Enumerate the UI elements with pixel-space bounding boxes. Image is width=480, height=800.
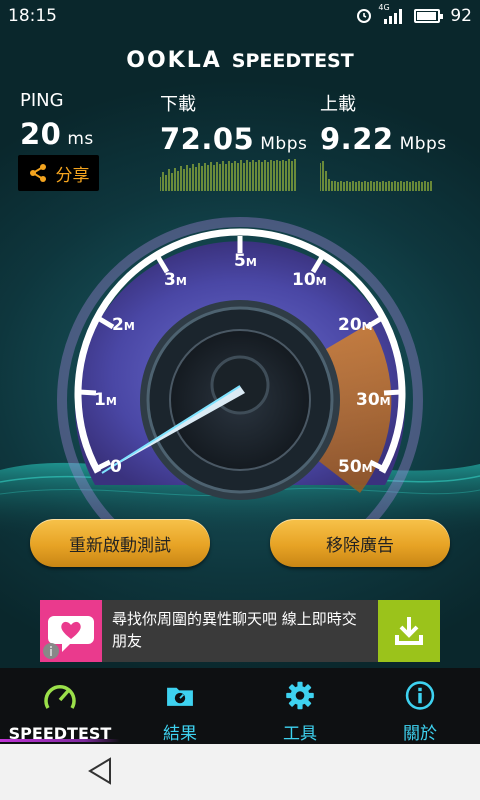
- ping-stat: PING 20 ms: [20, 90, 94, 151]
- system-nav-bar: [0, 744, 480, 800]
- info-icon: [405, 681, 435, 710]
- alarm-icon: [357, 9, 372, 23]
- upload-label: 上載: [320, 94, 356, 115]
- ad-download-button[interactable]: [378, 600, 440, 662]
- app-logo: OOKLA SPEEDTEST: [0, 48, 480, 73]
- share-button[interactable]: 分享: [18, 155, 99, 191]
- upload-stat: 上載 9.22 Mbps: [320, 90, 447, 156]
- ping-label: PING: [20, 90, 64, 111]
- download-unit: Mbps: [260, 134, 308, 154]
- upload-sparkline: [320, 161, 432, 191]
- retest-button[interactable]: 重新啟動測試: [30, 519, 210, 567]
- nav-item-tools[interactable]: 工具: [240, 668, 360, 744]
- bottom-nav: SPEEDTEST 結果 工具 關於: [0, 668, 480, 744]
- gear-icon: [286, 681, 314, 710]
- signal-icon: 4G: [378, 3, 404, 24]
- nav-item-about[interactable]: 關於: [360, 668, 480, 744]
- battery-fill: [417, 12, 436, 20]
- download-sparkline: [160, 159, 296, 191]
- speed-gauge: 0 1M 2M 3M 5M 10M 20M 30M 50M: [57, 217, 423, 530]
- nav-label-results: 結果: [163, 724, 197, 744]
- nav-label-tools: 工具: [283, 724, 317, 744]
- ad-info-icon[interactable]: [42, 642, 60, 660]
- product-name: SPEEDTEST: [231, 50, 354, 72]
- ad-banner[interactable]: 尋找你周圍的異性聊天吧 線上即時交朋友: [40, 600, 440, 662]
- retest-label: 重新啟動測試: [69, 535, 171, 556]
- speedtest-screen: 18:15 4G 92 OOKLA SPEEDTEST PING 20 ms 下…: [0, 0, 480, 800]
- nav-item-speedtest[interactable]: SPEEDTEST: [0, 668, 120, 744]
- ping-value: 20: [20, 117, 62, 151]
- battery-icon: [414, 9, 444, 23]
- download-label: 下載: [160, 94, 196, 115]
- status-time: 18:15: [8, 6, 57, 26]
- upload-value: 9.22: [320, 122, 394, 156]
- gauge-icon: [44, 685, 76, 709]
- nav-label-about: 關於: [403, 724, 437, 744]
- ping-unit: ms: [67, 129, 94, 149]
- download-icon: [395, 617, 423, 645]
- back-icon[interactable]: [86, 756, 114, 786]
- share-label: 分享: [55, 165, 90, 186]
- share-icon: [29, 164, 46, 182]
- ad-text: 尋找你周圍的異性聊天吧 線上即時交朋友: [112, 610, 357, 650]
- status-bar: 18:15 4G 92: [0, 0, 480, 32]
- brand-name: OOKLA: [126, 48, 222, 73]
- remove-ads-button[interactable]: 移除廣告: [270, 519, 450, 567]
- ad-logo: [40, 600, 102, 662]
- tick-label-0: 0: [110, 457, 122, 477]
- remove-ads-label: 移除廣告: [326, 535, 394, 556]
- download-stat: 下載 72.05 Mbps: [160, 90, 307, 156]
- nav-item-results[interactable]: 結果: [120, 668, 240, 744]
- upload-unit: Mbps: [399, 134, 447, 154]
- folder-icon: [167, 687, 193, 706]
- download-value: 72.05: [160, 122, 255, 156]
- battery-percent: 92: [450, 6, 472, 26]
- nav-label-speedtest: SPEEDTEST: [8, 724, 112, 743]
